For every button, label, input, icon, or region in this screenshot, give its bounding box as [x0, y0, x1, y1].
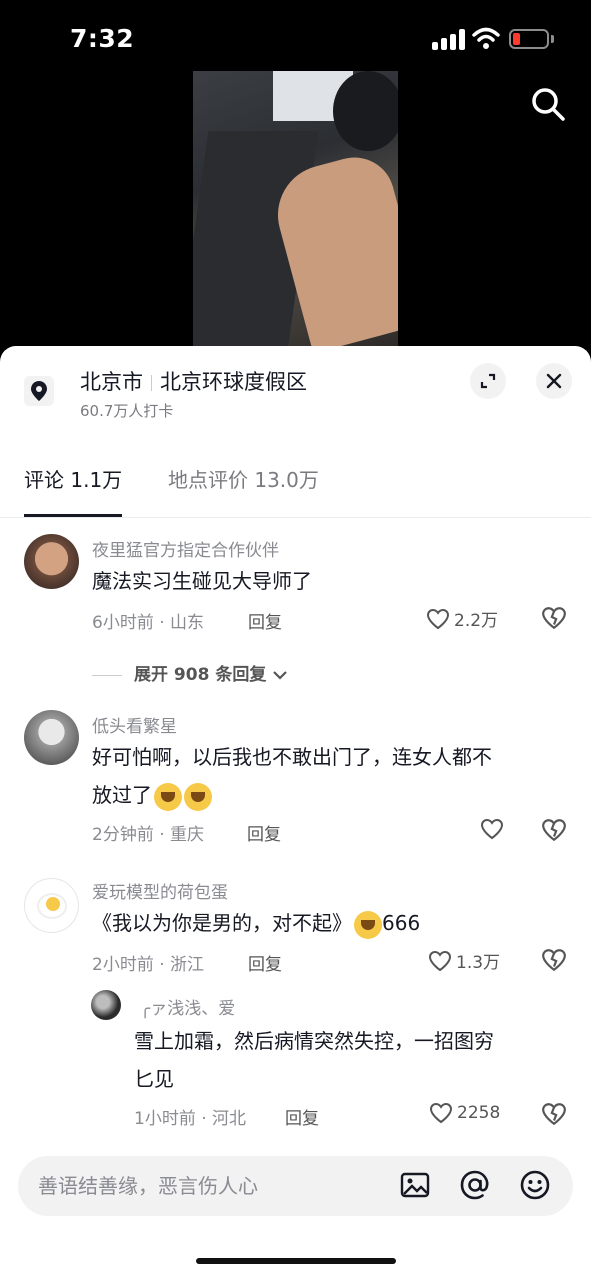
broken-heart-icon[interactable]: [541, 606, 567, 630]
divider: [151, 375, 152, 391]
comment-text: 好可怕啊，以后我也不敢出门了，连女人都不 放过了: [92, 738, 562, 814]
crying-face-emoji: [184, 782, 212, 811]
location-title[interactable]: 北京市 北京环球度假区: [80, 366, 307, 396]
comment-input[interactable]: [38, 1166, 378, 1206]
comment-text-part: 666: [382, 911, 421, 935]
broken-heart-icon[interactable]: [541, 818, 567, 842]
like-button[interactable]: 1.3万: [428, 948, 500, 973]
broken-heart-icon[interactable]: [541, 948, 567, 972]
avatar[interactable]: [24, 878, 79, 933]
emoji-icon[interactable]: [518, 1168, 552, 1202]
comment-time-location: 2小时前 · 浙江: [92, 955, 205, 975]
status-time: 7:32: [70, 24, 135, 53]
like-count: 2.2万: [454, 611, 499, 631]
crying-face-emoji: [154, 782, 182, 811]
checkin-count: 60.7万人打卡: [80, 402, 174, 420]
comment-author[interactable]: 低头看繁星: [92, 712, 177, 737]
like-button[interactable]: 2258: [429, 1102, 500, 1124]
wifi-icon: [472, 27, 500, 49]
tab-place-reviews[interactable]: 地点评价 13.0万: [168, 464, 319, 493]
comment-author[interactable]: 爱玩模型的荷包蛋: [92, 878, 228, 903]
heart-icon: [429, 1102, 453, 1124]
tab-indicator: [24, 514, 122, 517]
close-icon: [546, 373, 562, 389]
comment-time-location: 2分钟前 · 重庆: [92, 825, 205, 845]
comment-text-line: 好可怕啊，以后我也不敢出门了，连女人都不: [92, 745, 492, 769]
expand-replies-label: 展开 908 条回复: [134, 665, 267, 685]
comment-text-line: 匕见: [134, 1067, 174, 1091]
heart-icon: [480, 818, 504, 840]
comment-time-location: 6小时前 · 山东: [92, 613, 205, 633]
divider: [92, 674, 122, 676]
at-icon[interactable]: [458, 1168, 492, 1202]
location-pin-icon: [24, 376, 54, 406]
comment-text: 雪上加霜，然后病情突然失控，一招图穷 匕见: [134, 1022, 564, 1098]
broken-heart-icon[interactable]: [541, 1102, 567, 1126]
like-count: 2258: [457, 1103, 501, 1123]
battery-icon: [509, 29, 549, 49]
signal-icon: [432, 28, 466, 50]
location-place: 北京环球度假区: [160, 370, 307, 394]
video-frame[interactable]: [193, 71, 398, 346]
comment-author[interactable]: 夜里猛官方指定合作伙伴: [92, 536, 279, 561]
tab-bar: 评论 1.1万 地点评价 13.0万: [0, 456, 591, 518]
comment-text: 《我以为你是男的，对不起》 666: [92, 904, 420, 942]
comment-time-location: 1小时前 · 河北: [134, 1109, 247, 1129]
close-button[interactable]: [536, 363, 572, 399]
comment-text-part: 《我以为你是男的，对不起》: [92, 911, 352, 935]
avatar[interactable]: [91, 990, 121, 1020]
comment-text: 魔法实习生碰见大导师了: [92, 569, 312, 593]
expand-icon: [480, 373, 496, 389]
image-icon[interactable]: [398, 1168, 432, 1202]
comment-input-bar: [18, 1156, 573, 1216]
status-bar: 7:32: [0, 0, 591, 80]
location-sheet: 北京市 北京环球度假区 60.7万人打卡 评论 1.1万 地点评价 13.0万 夜…: [0, 346, 591, 1280]
like-count: 1.3万: [456, 953, 501, 973]
like-button[interactable]: 2.2万: [426, 606, 498, 631]
laughing-crying-emoji: [354, 910, 382, 939]
heart-icon: [428, 950, 452, 971]
search-icon[interactable]: [530, 86, 566, 122]
comment-text-line: 雪上加霜，然后病情突然失控，一招图穷: [134, 1029, 494, 1053]
like-button[interactable]: [480, 818, 508, 840]
home-indicator[interactable]: [196, 1258, 396, 1264]
expand-button[interactable]: [470, 363, 506, 399]
comment-text-line: 放过了: [92, 783, 152, 807]
tab-comments[interactable]: 评论 1.1万: [24, 464, 122, 493]
chevron-down-icon: [273, 671, 288, 680]
reply-button[interactable]: 回复: [248, 950, 282, 975]
reply-button[interactable]: 回复: [247, 820, 281, 845]
heart-icon: [426, 608, 450, 629]
reply-button[interactable]: 回复: [285, 1104, 319, 1129]
avatar[interactable]: [24, 534, 79, 589]
avatar[interactable]: [24, 710, 79, 765]
expand-replies-button[interactable]: 展开 908 条回复: [92, 660, 288, 685]
comment-author[interactable]: ╭ァ浅浅、爱: [140, 994, 235, 1019]
reply-button[interactable]: 回复: [248, 608, 282, 633]
battery-tip: [551, 35, 554, 43]
location-city: 北京市: [80, 370, 143, 394]
